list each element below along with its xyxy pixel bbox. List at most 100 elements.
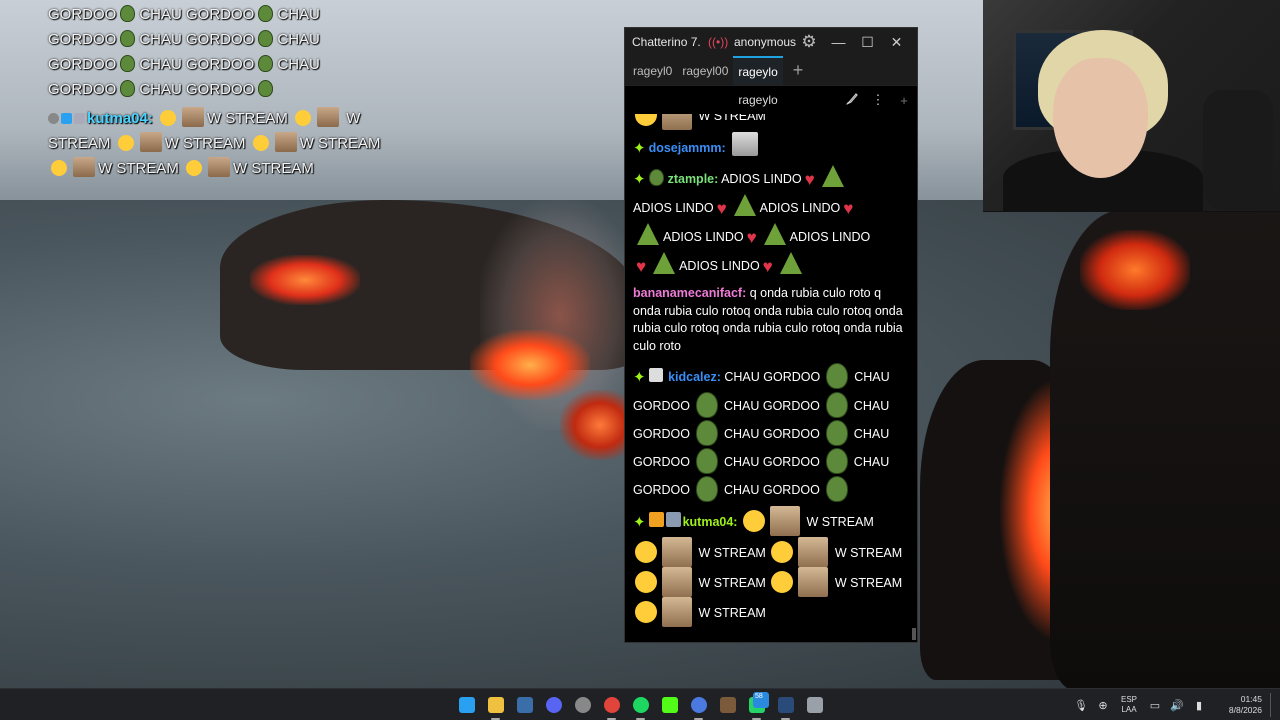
message-text: GORDOO: [633, 399, 690, 413]
settings-icon[interactable]: [800, 689, 829, 720]
show-desktop-button[interactable]: [1270, 693, 1280, 717]
pepe-emote-icon: [825, 392, 848, 418]
overlay-text: STREAM: [48, 135, 111, 152]
split-add-icon[interactable]: +: [891, 93, 917, 108]
add-tab-button[interactable]: +: [783, 56, 814, 85]
chat-username[interactable]: bananamecanifacf:: [633, 286, 746, 300]
moderation-brush-icon[interactable]: [839, 92, 865, 109]
badge-icon: [74, 113, 85, 124]
overlay-text: GORDOO: [48, 6, 117, 23]
chat-username[interactable]: kutma04:: [683, 515, 738, 529]
steam2-icon[interactable]: [771, 689, 800, 720]
battery-icon[interactable]: ▮: [1188, 699, 1210, 712]
cat-emote-icon: [73, 157, 95, 177]
tab-rageyl0[interactable]: rageyl0: [628, 56, 677, 85]
split-more-icon[interactable]: ⋮: [865, 92, 891, 108]
badge-icon: [61, 113, 72, 124]
kick-icon-glyph: [661, 697, 678, 713]
chatterino-icon[interactable]: [684, 689, 713, 720]
cat-emote-icon: [662, 537, 692, 567]
account-switcher[interactable]: anonymous: [734, 35, 796, 49]
pepe-tree-emote-icon: [779, 252, 802, 274]
cat-emote-icon: [769, 506, 800, 536]
obs-icon[interactable]: [568, 689, 597, 720]
pepe-emote-icon: [120, 30, 136, 47]
pepe-badge-icon: [648, 169, 664, 186]
message-text: ADIOS LINDO: [679, 259, 760, 273]
close-button[interactable]: ✕: [882, 34, 911, 51]
notification-badge: 58: [753, 692, 769, 708]
taskbar-apps: 58: [452, 689, 829, 720]
overlay-text: GORDOO: [48, 56, 117, 73]
file-explorer-icon[interactable]: [481, 689, 510, 720]
gear-icon[interactable]: ⚙: [794, 32, 824, 52]
clock[interactable]: 01:45 8/8/2026: [1210, 694, 1270, 716]
chat-username[interactable]: kidcalez:: [668, 370, 721, 384]
discord-icon[interactable]: [539, 689, 568, 720]
message-text: CHAU GORDOO: [723, 455, 820, 469]
wave-emote-icon: [771, 541, 794, 563]
pepe-emote-icon: [695, 420, 718, 446]
chrome-icon[interactable]: [597, 689, 626, 720]
windows-start-icon[interactable]: [452, 689, 481, 720]
pepe-emote-icon: [120, 5, 136, 22]
language-indicator[interactable]: ESP LAA: [1114, 695, 1144, 715]
monitor-icon[interactable]: ▭: [1144, 699, 1166, 712]
message-text: W STREAM: [698, 576, 766, 590]
minecraft-icon[interactable]: [713, 689, 742, 720]
live-indicator-icon[interactable]: ((•)): [708, 35, 734, 49]
chat-username[interactable]: dosejammm:: [649, 141, 726, 155]
keyboard-layout: LAA: [1121, 705, 1137, 714]
wallpaper-lava: [1080, 230, 1190, 310]
settings-icon-glyph: [806, 697, 823, 713]
message-text: ADIOS LINDO: [789, 230, 871, 244]
message-text: CHAU GORDOO: [724, 370, 821, 384]
spotify-icon-glyph: [632, 697, 649, 713]
heart-emote-icon: ♥: [762, 257, 773, 276]
cat-emote-icon: [208, 157, 231, 177]
cat-emote-icon: [662, 567, 692, 597]
chat-message: bananamecanifacf: q onda rubia culo roto…: [633, 285, 909, 355]
obs-icon-glyph: [574, 697, 591, 713]
language-code: ESP: [1120, 695, 1137, 704]
window-titlebar[interactable]: Chatterino 7. ((•)) anonymous ⚙ — ☐ ✕: [625, 28, 917, 56]
overlay-text: GORDOO: [48, 31, 117, 48]
clock-date: 8/8/2026: [1228, 705, 1262, 715]
cat-emote-icon: [798, 537, 829, 567]
chat-message: ✦ ztample: ADIOS LINDO ♥ ADIOS LINDO ♥ ADIOS…: [633, 165, 909, 281]
overlay-text: CHAU GORDOO: [139, 81, 255, 98]
pepe-emote-icon: [695, 476, 718, 502]
wave-emote-icon: [635, 541, 657, 563]
heart-emote-icon: ♥: [716, 199, 727, 218]
chat-message: W STREAM: [633, 114, 909, 130]
windows-start-icon-glyph: [458, 697, 475, 713]
tab-rageyl00[interactable]: rageyl00: [677, 56, 733, 85]
message-text: W STREAM: [698, 114, 766, 123]
microphone-icon[interactable]: 🎙: [1070, 699, 1092, 712]
message-text: GORDOO: [633, 483, 690, 497]
cat-emote-icon: [274, 132, 297, 152]
pepe-emote-icon: [258, 80, 274, 97]
spotify-icon[interactable]: [626, 689, 655, 720]
minecraft-icon-glyph: [719, 697, 736, 713]
message-text: W STREAM: [834, 546, 903, 560]
whatsapp-icon[interactable]: 58: [742, 689, 771, 720]
overlay-text: CHAU: [277, 31, 320, 48]
steam-icon[interactable]: [510, 689, 539, 720]
kick-icon[interactable]: [655, 689, 684, 720]
heart-emote-icon: ♥: [636, 257, 647, 276]
chat-messages[interactable]: W STREAM ✦ dosejammm: ✦ ztample: ADIOS LIN…: [625, 114, 917, 642]
system-tray: 🎙 ⊕ ESP LAA ▭ 🔊 ▮ 01:45 8/8/2026: [1070, 689, 1280, 720]
chat-scrollbar[interactable]: [912, 628, 916, 640]
chat-username[interactable]: ztample:: [668, 172, 719, 186]
tab-rageylo[interactable]: rageylo: [733, 56, 783, 85]
volume-icon[interactable]: 🔊: [1166, 699, 1188, 712]
minimize-button[interactable]: —: [824, 34, 853, 50]
webcam-chair: [1203, 90, 1273, 210]
maximize-button[interactable]: ☐: [853, 34, 882, 51]
network-icon[interactable]: ⊕: [1092, 699, 1114, 712]
message-text: CHAU: [853, 455, 890, 469]
split-channel-name[interactable]: rageylo: [625, 93, 839, 107]
overlay-text: W: [346, 110, 361, 127]
taskbar: 58 🎙 ⊕ ESP LAA ▭ 🔊 ▮ 01:45 8/8/2026: [0, 688, 1280, 720]
